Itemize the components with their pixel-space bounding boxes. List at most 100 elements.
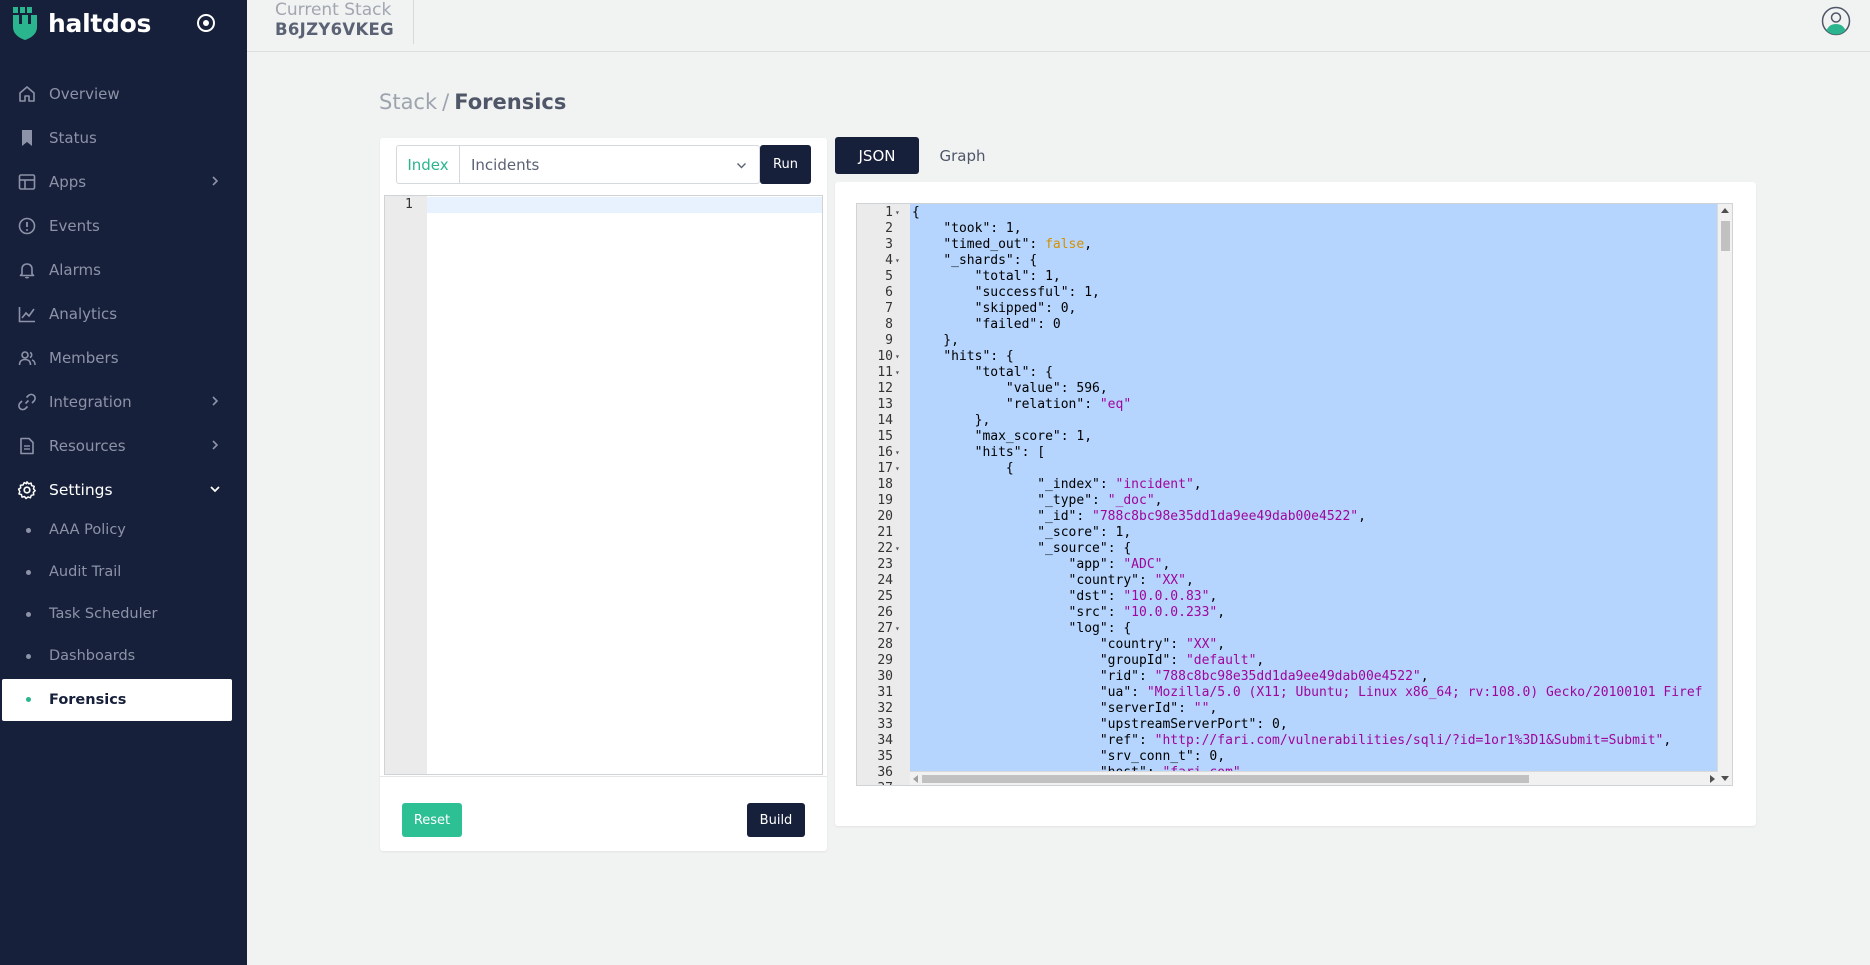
file-text-icon [20,437,34,455]
json-line-text: "log": { [1068,621,1132,636]
json-line: 27 ▾ "log": { [857,621,1718,637]
json-line-text: "relation": "eq" [1005,397,1132,412]
json-line-number: 10 [877,349,893,364]
current-stack-id[interactable]: B6JZY6VKEG [275,20,394,39]
json-line-text: "ref": "http://fari.com/vulnerabilities/… [1099,733,1672,748]
json-line-number: 6 [885,285,893,300]
fold-toggle-icon[interactable]: ▾ [895,445,905,461]
fold-toggle-icon[interactable]: ▾ [895,349,905,365]
json-line-number: 17 [877,461,893,476]
reset-button[interactable]: Reset [402,803,462,837]
json-line-number: 27 [877,621,893,636]
sidebar-item-events[interactable]: Events [0,204,247,248]
sidebar-subitem-forensics[interactable]: Forensics [2,679,232,721]
sidebar-item-label: Members [49,349,119,367]
scroll-down-icon[interactable] [1721,776,1729,781]
json-line: 20 "_id": "788c8bc98e35dd1da9ee49dab00e4… [857,509,1718,525]
json-line-number: 22 [877,541,893,556]
json-line-number: 8 [885,317,893,332]
json-line-number: 19 [877,493,893,508]
query-editor[interactable]: 1 [384,195,823,775]
target-icon[interactable] [195,12,217,34]
json-line: 16 ▾ "hits": [ [857,445,1718,461]
build-button[interactable]: Build [747,803,805,837]
bullet-icon [26,612,31,617]
json-line: 18 "_index": "incident", [857,477,1718,493]
sidebar-item-alarms[interactable]: Alarms [0,248,247,292]
json-line-text: "srv_conn_t": 0, [1099,749,1226,764]
tab-json[interactable]: JSON [835,137,919,174]
json-line-text: "_score": 1, [1037,525,1132,540]
json-line-number: 25 [877,589,893,604]
sidebar-item-resources[interactable]: Resources [0,424,247,468]
json-line: 13 "relation": "eq" [857,397,1718,413]
sidebar-item-status[interactable]: Status [0,116,247,160]
sidebar-subitem-dashboards[interactable]: Dashboards [0,636,247,676]
sidebar-subitem-aaa-policy[interactable]: AAA Policy [0,510,247,550]
horizontal-scrollbar[interactable] [910,771,1718,785]
json-line-number: 18 [877,477,893,492]
json-line-text: { [912,205,920,220]
json-line: 35 "srv_conn_t": 0, [857,749,1718,765]
sidebar-item-members[interactable]: Members [0,336,247,380]
sidebar-item-analytics[interactable]: Analytics [0,292,247,336]
tab-graph[interactable]: Graph [925,137,1000,174]
json-line-number: 11 [877,365,893,380]
json-line-number: 13 [877,397,893,412]
json-line: 23 "app": "ADC", [857,557,1718,573]
json-line-text: "value": 596, [1005,381,1108,396]
json-line-number: 12 [877,381,893,396]
topbar-divider [413,0,414,44]
alert-circle-icon [18,217,36,235]
json-line-number: 24 [877,573,893,588]
sidebar-subitem-audit-trail[interactable]: Audit Trail [0,552,247,592]
json-line: 30 "rid": "788c8bc98e35dd1da9ee49dab00e4… [857,669,1718,685]
run-button[interactable]: Run [760,145,811,184]
json-line-text: "hits": [ [974,445,1046,460]
json-line-number: 15 [877,429,893,444]
topbar: Current Stack B6JZY6VKEG [247,0,1870,52]
json-line-text: "skipped": 0, [974,301,1077,316]
json-line: 5 "total": 1, [857,269,1718,285]
fold-toggle-icon[interactable]: ▾ [895,205,905,221]
scroll-left-icon[interactable] [913,775,918,783]
link-icon [18,393,36,411]
json-line: 31 "ua": "Mozilla/5.0 (X11; Ubuntu; Linu… [857,685,1718,701]
json-line-text: "country": "XX", [1068,573,1194,588]
scroll-up-icon[interactable] [1721,208,1729,213]
sidebar-item-integration[interactable]: Integration [0,380,247,424]
json-line-text: "total": 1, [974,269,1061,284]
bell-icon [19,263,35,279]
fold-toggle-icon[interactable]: ▾ [895,461,905,477]
sidebar-item-label: Resources [49,437,126,455]
scroll-right-icon[interactable] [1710,775,1715,783]
json-lines: 1 ▾{2 "took": 1, 3 "timed_out": false, 4 ▾ "… [857,205,1718,785]
json-line-number: 7 [885,301,893,316]
json-line: 19 "_type": "_doc", [857,493,1718,509]
fold-toggle-icon[interactable]: ▾ [895,365,905,381]
json-line: 7 "skipped": 0, [857,301,1718,317]
json-line-text: "failed": 0 [974,317,1061,332]
sidebar-item-settings[interactable]: Settings [0,468,247,512]
index-dropdown[interactable]: Incidents [460,146,759,183]
sidebar-item-overview[interactable]: Overview [0,72,247,116]
json-line: 1 ▾ { [857,205,1718,221]
sidebar-subitem-task-scheduler[interactable]: Task Scheduler [0,594,247,634]
editor-active-line[interactable] [427,197,822,213]
json-viewer[interactable]: 1 ▾{2 "took": 1, 3 "timed_out": false, 4 ▾ "… [856,203,1733,786]
user-avatar-icon[interactable] [1821,6,1851,36]
fold-toggle-icon[interactable]: ▾ [895,253,905,269]
haltdos-logo-icon [13,6,37,40]
brand[interactable]: haltdos [12,5,151,41]
vertical-scrollbar[interactable] [1717,204,1732,785]
horizontal-scroll-thumb[interactable] [922,775,1529,783]
json-line: 10 ▾ "hits": { [857,349,1718,365]
index-label: Index [397,146,460,183]
vertical-scroll-thumb[interactable] [1721,221,1730,251]
sidebar-item-apps[interactable]: Apps [0,160,247,204]
breadcrumb-root[interactable]: Stack [379,90,437,114]
fold-toggle-icon[interactable]: ▾ [895,621,905,637]
current-stack-label: Current Stack [275,0,392,20]
json-line: 26 "src": "10.0.0.233", [857,605,1718,621]
fold-toggle-icon[interactable]: ▾ [895,541,905,557]
